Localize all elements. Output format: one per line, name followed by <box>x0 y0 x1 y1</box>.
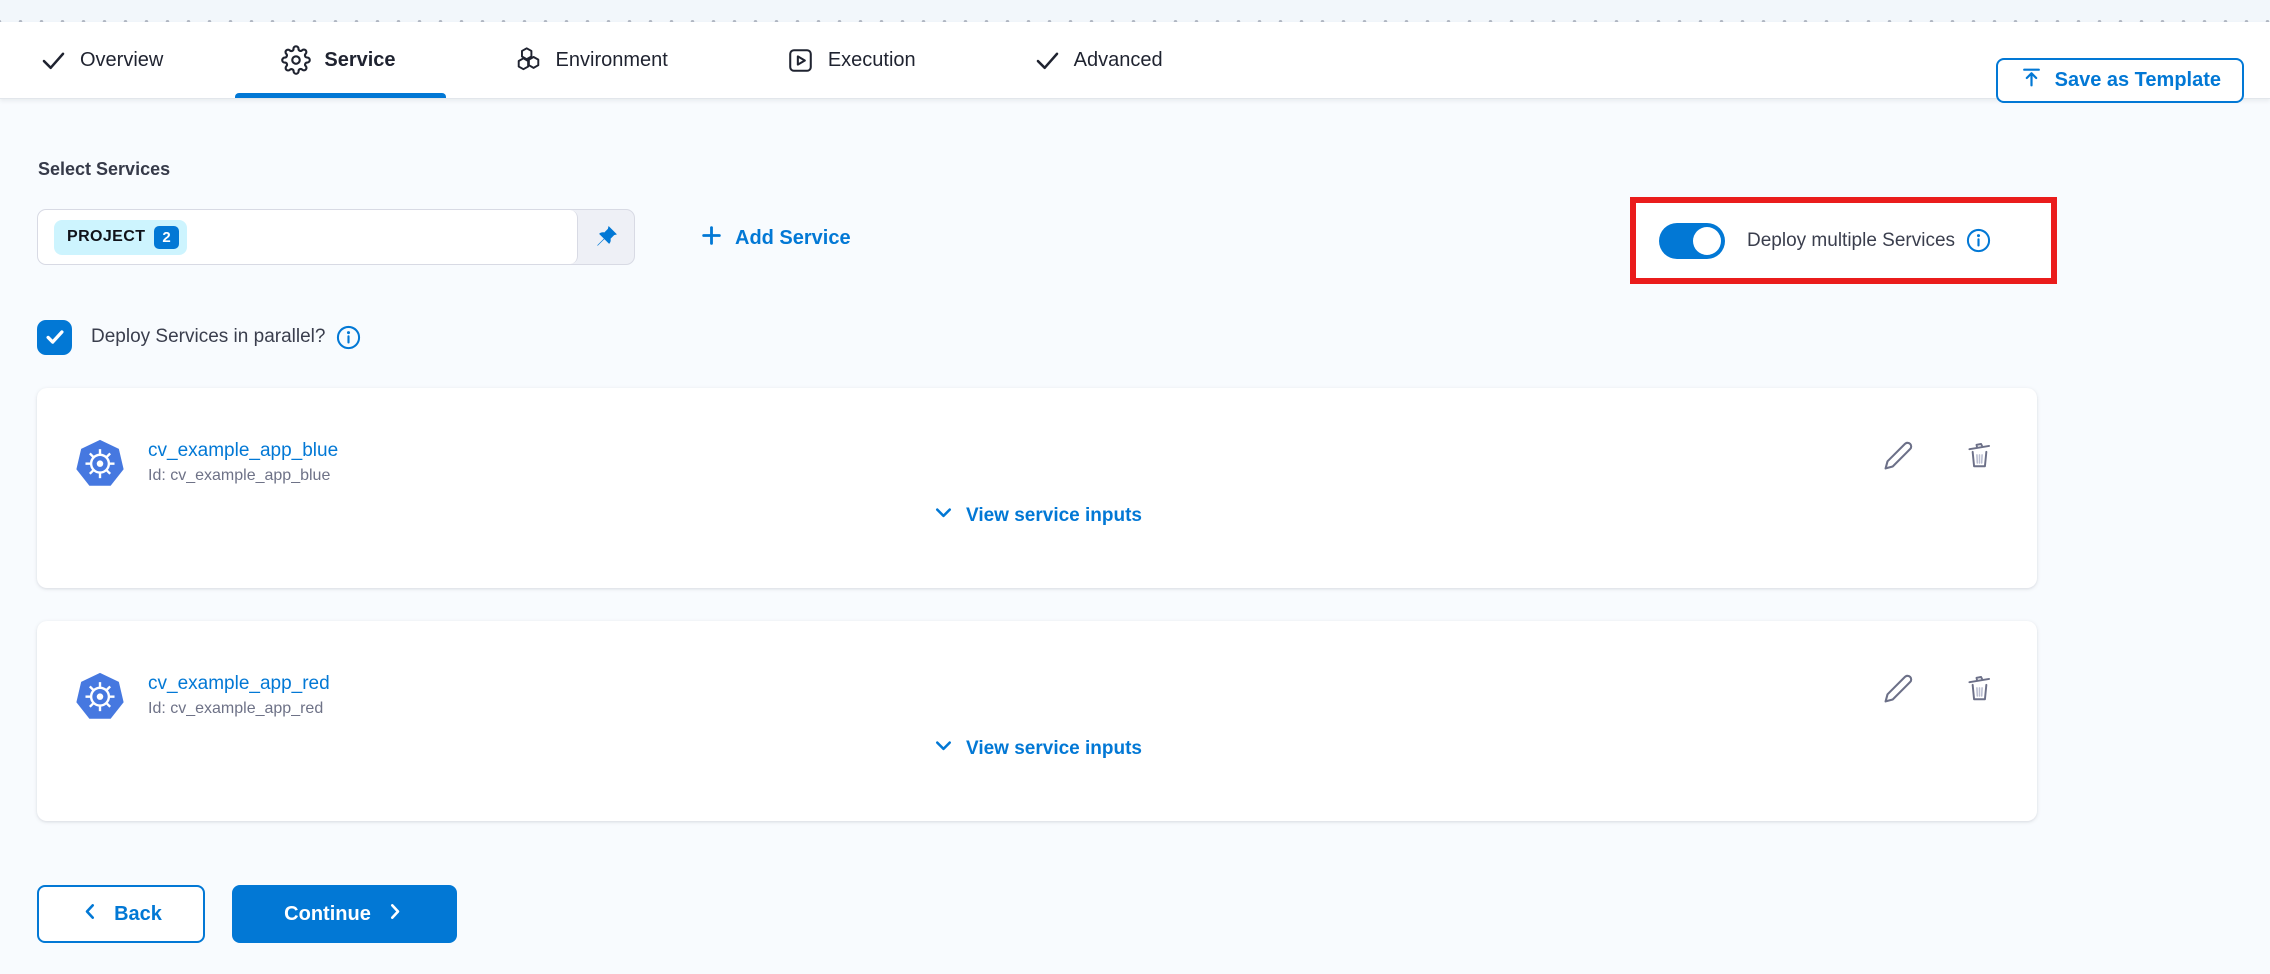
tab-service[interactable]: Service <box>281 22 395 98</box>
tab-label: Service <box>324 49 395 72</box>
view-service-inputs-toggle[interactable]: View service inputs <box>932 501 1142 530</box>
service-info: cv_example_app_blue Id: cv_example_app_b… <box>74 437 338 489</box>
chevron-down-icon <box>932 734 955 763</box>
trash-icon[interactable] <box>1964 440 1995 471</box>
card-actions <box>1883 673 1995 704</box>
stage-tab-bar: Overview Service Environment Execution A… <box>0 22 2270 99</box>
gear-icon <box>281 45 311 75</box>
save-as-template-label: Save as Template <box>2055 69 2221 92</box>
play-square-icon <box>786 46 815 75</box>
service-id: Id: cv_example_app_blue <box>148 464 338 488</box>
check-icon <box>1034 47 1061 74</box>
tab-label: Advanced <box>1074 49 1163 72</box>
service-info: cv_example_app_red Id: cv_example_app_re… <box>74 670 330 722</box>
services-multiselect-input[interactable]: PROJECT 2 <box>37 209 635 265</box>
chip-count-badge: 2 <box>154 226 178 249</box>
tab-execution[interactable]: Execution <box>786 22 916 98</box>
service-titles: cv_example_app_blue Id: cv_example_app_b… <box>148 437 338 489</box>
view-service-inputs-toggle[interactable]: View service inputs <box>932 734 1142 763</box>
kubernetes-icon <box>74 437 126 489</box>
add-service-label: Add Service <box>735 227 851 250</box>
project-scope-chip[interactable]: PROJECT 2 <box>54 220 187 255</box>
service-card: cv_example_app_blue Id: cv_example_app_b… <box>37 388 2037 588</box>
save-as-template-button[interactable]: Save as Template <box>1996 58 2244 103</box>
service-card: cv_example_app_red Id: cv_example_app_re… <box>37 621 2037 821</box>
tab-overview[interactable]: Overview <box>40 22 163 98</box>
back-label: Back <box>114 903 162 926</box>
deploy-parallel-label: Deploy Services in parallel? <box>91 326 325 348</box>
tab-label: Overview <box>80 49 163 72</box>
service-id: Id: cv_example_app_red <box>148 697 330 721</box>
upload-icon <box>2019 65 2044 96</box>
card-actions <box>1883 440 1995 471</box>
chevron-down-icon <box>932 501 955 530</box>
tab-label: Execution <box>828 49 916 72</box>
annotation-red-box: Deploy multiple Services <box>1630 197 2057 284</box>
continue-label: Continue <box>284 903 371 926</box>
edit-icon[interactable] <box>1883 440 1914 471</box>
canvas-dotted-strip <box>0 0 2270 22</box>
deploy-multiple-label: Deploy multiple Services <box>1747 230 1955 252</box>
check-icon <box>40 47 67 74</box>
tab-environment[interactable]: Environment <box>514 22 668 98</box>
chevron-left-icon <box>80 901 101 928</box>
edit-icon[interactable] <box>1883 673 1914 704</box>
services-multiselect-field[interactable]: PROJECT 2 <box>38 210 578 264</box>
info-icon[interactable] <box>335 324 362 351</box>
back-button[interactable]: Back <box>37 885 205 943</box>
chip-label: PROJECT <box>67 228 145 246</box>
tab-advanced[interactable]: Advanced <box>1034 22 1163 98</box>
toggle-knob <box>1693 227 1721 255</box>
add-service-button[interactable]: Add Service <box>700 222 851 254</box>
deploy-multiple-toggle[interactable] <box>1659 223 1725 259</box>
deploy-parallel-checkbox[interactable] <box>37 320 72 355</box>
hexagons-icon <box>514 46 543 75</box>
pin-icon[interactable] <box>578 210 634 264</box>
deploy-parallel-row: Deploy Services in parallel? <box>37 319 362 355</box>
view-service-inputs-label: View service inputs <box>966 738 1142 760</box>
info-icon[interactable] <box>1965 227 1992 254</box>
tab-label: Environment <box>556 49 668 72</box>
service-titles: cv_example_app_red Id: cv_example_app_re… <box>148 670 330 722</box>
continue-button[interactable]: Continue <box>232 885 457 943</box>
kubernetes-icon <box>74 670 126 722</box>
footer-actions: Back Continue <box>37 885 457 943</box>
select-services-label: Select Services <box>38 159 170 180</box>
chevron-right-icon <box>384 901 405 928</box>
trash-icon[interactable] <box>1964 673 1995 704</box>
service-name-link[interactable]: cv_example_app_blue <box>148 437 338 464</box>
service-name-link[interactable]: cv_example_app_red <box>148 670 330 697</box>
plus-icon <box>700 224 723 253</box>
view-service-inputs-label: View service inputs <box>966 505 1142 527</box>
